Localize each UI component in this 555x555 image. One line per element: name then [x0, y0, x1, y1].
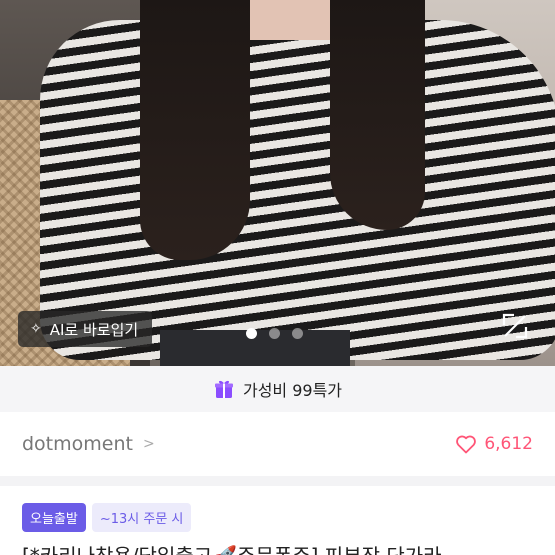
same-day-shipping-badge: 오늘출발	[22, 503, 86, 532]
promo-label: 가성비 99특가	[242, 381, 343, 400]
store-link[interactable]: dotmoment >	[22, 433, 155, 455]
order-cutoff-badge: ~13시 주문 시	[91, 503, 192, 532]
ai-try-on-label: AI로 바로입기	[49, 320, 139, 339]
sparkle-icon: ✧	[30, 321, 42, 337]
product-image[interactable]: ✧ AI로 바로입기	[0, 0, 555, 366]
gift-icon	[214, 380, 233, 398]
ai-try-on-button[interactable]: ✧ AI로 바로입기	[18, 311, 153, 347]
pagination-dot[interactable]	[246, 328, 257, 339]
product-title: [*카리나착용/당일출고🚀주문폭주] 피부장 단가라	[22, 540, 542, 555]
store-info-row: dotmoment > 6,612	[0, 412, 555, 476]
chevron-right-icon: >	[142, 436, 155, 452]
hair-left	[140, 0, 250, 260]
section-divider	[0, 476, 555, 486]
promo-banner[interactable]: 가성비 99특가	[0, 366, 555, 412]
pagination-dot[interactable]	[269, 328, 280, 339]
gallery-pagination	[246, 328, 303, 339]
like-button[interactable]: 6,612	[454, 432, 533, 456]
expand-icon[interactable]	[500, 311, 530, 341]
store-name: dotmoment	[22, 433, 133, 455]
hair-right	[330, 0, 425, 230]
striped-top	[40, 20, 555, 360]
heart-icon	[456, 435, 477, 454]
shipping-tags: 오늘출발 ~13시 주문 시	[22, 503, 192, 532]
like-count: 6,612	[484, 434, 533, 454]
pagination-dot[interactable]	[292, 328, 303, 339]
